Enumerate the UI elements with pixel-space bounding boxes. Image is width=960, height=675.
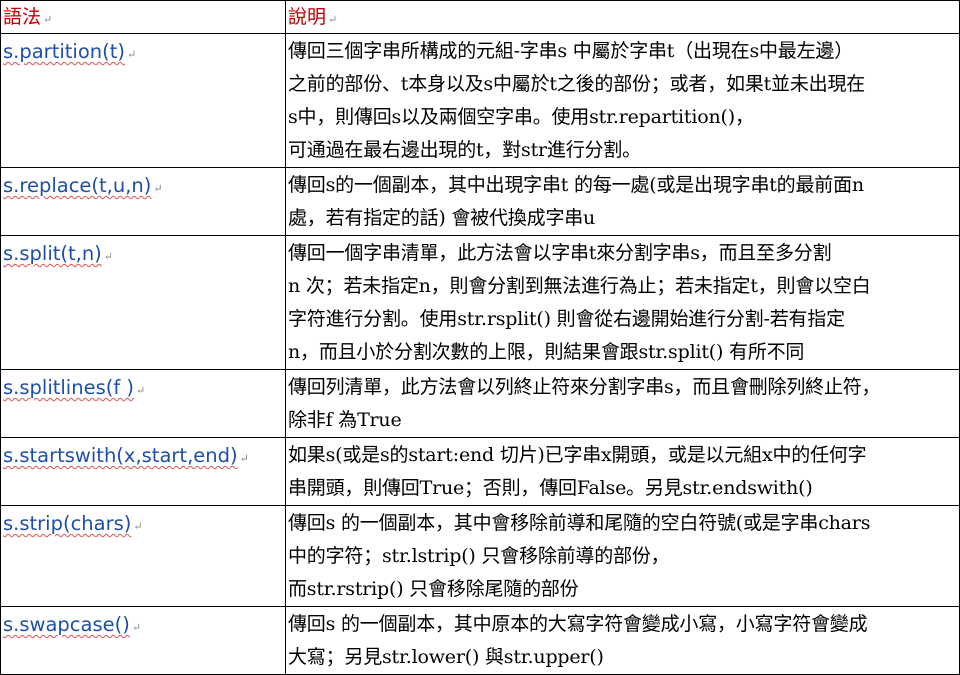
description-line: 可通過在最右邊出現的t，對str進行分割。 — [288, 139, 641, 161]
description-line: n 次；若未指定n，則會分割到無法進行為止；若未指定t，則會以空白 — [288, 275, 871, 297]
description-line: 處，若有指定的話) 會被代換成字串u — [288, 207, 596, 229]
table-row: s.splitlines(f ) ↵ 傳回列清單，此方法會以列終止符來分割字串s，… — [0, 369, 960, 438]
table-row: s.replace(t,u,n) ↵ 傳回s的一個副本，其中出現字串t 的每一處(… — [0, 167, 960, 236]
description-line: 之前的部份、t本身以及s中屬於t之後的部份；或者，如果t並未出現在 — [288, 73, 866, 95]
header-syntax: 語法 ↵ — [0, 0, 286, 34]
syntax-table: 語法 ↵ 說明 ↵ s.partition(t) ↵ 傳回三個字串所構成的元組-字串s… — [0, 0, 960, 675]
paragraph-mark-icon: ↵ — [133, 520, 143, 533]
description-line: 除非f 為True — [288, 409, 402, 431]
description-line: 串開頭，則傳回True；否則，傳回False。另見str.endswith() — [288, 477, 813, 499]
syntax-text: s.replace(t,u,n) — [3, 174, 152, 197]
description-line: 傳回s 的一個副本，其中會移除前導和尾隨的空白符號(或是字串chars — [288, 512, 871, 534]
paragraph-mark-icon: ↵ — [43, 13, 53, 26]
syntax-cell: s.split(t,n) ↵ — [0, 235, 286, 370]
paragraph-mark-icon: ↵ — [136, 384, 146, 397]
description-line: s中，則傳回s以及兩個空字串。使用str.repartition()， — [288, 106, 754, 128]
table-row: s.strip(chars) ↵ 傳回s 的一個副本，其中會移除前導和尾隨的空白符… — [0, 505, 960, 607]
description-line: 中的字符；str.lstrip() 只會移除前導的部份， — [288, 545, 670, 567]
description-line: 傳回s的一個副本，其中出現字串t 的每一處(或是出現字串t的最前面n — [288, 174, 864, 196]
paragraph-mark-icon: ↵ — [126, 48, 137, 61]
description-line: 傳回一個字串清單，此方法會以字串t來分割字串s，而且至多分割 — [288, 242, 832, 264]
description-cell: 傳回s的一個副本，其中出現字串t 的每一處(或是出現字串t的最前面n 處，若有指… — [285, 167, 960, 236]
header-syntax-label: 語法 — [3, 6, 42, 28]
syntax-text: s.strip(chars) — [3, 512, 132, 535]
syntax-text: s.partition(t) — [3, 40, 125, 63]
syntax-cell: s.swapcase() ↵ — [0, 606, 286, 675]
description-line: 字符進行分割。使用str.rsplit() 則會從右邊開始進行分割-若有指定 — [288, 308, 845, 330]
header-description-label: 說明 — [288, 6, 327, 28]
paragraph-mark-icon: ↵ — [131, 621, 142, 634]
paragraph-mark-icon: ↵ — [153, 182, 163, 195]
description-cell: 傳回三個字串所構成的元組-字串s 中屬於字串t（出現在s中最左邊） 之前的部份、… — [285, 33, 960, 168]
syntax-cell: s.partition(t) ↵ — [0, 33, 286, 168]
syntax-text: s.startswith(x,start,end) — [3, 444, 238, 467]
paragraph-mark-icon: ↵ — [239, 452, 249, 465]
description-cell: 傳回s 的一個副本，其中會移除前導和尾隨的空白符號(或是字串chars 中的字符… — [285, 505, 960, 607]
description-line: n，而且小於分割次數的上限，則結果會跟str.split() 有所不同 — [288, 341, 805, 363]
header-description: 說明 ↵ — [285, 0, 960, 34]
description-line: 大寫；另見str.lower() 與str.upper() — [288, 646, 604, 668]
description-cell: 傳回s 的一個副本，其中原本的大寫字符會變成小寫，小寫字符會變成 大寫；另見st… — [285, 606, 960, 675]
description-cell: 傳回列清單，此方法會以列終止符來分割字串s，而且會刪除列終止符， 除非f 為Tr… — [285, 369, 960, 438]
syntax-text: s.splitlines(f ) — [3, 376, 135, 399]
description-line: 如果s(或是s的start:end 切片)已字串x開頭，或是以元組x中的任何字 — [288, 444, 867, 466]
syntax-cell: s.splitlines(f ) ↵ — [0, 369, 286, 438]
description-line: 傳回s 的一個副本，其中原本的大寫字符會變成小寫，小寫字符會變成 — [288, 613, 868, 635]
description-line: 而str.rstrip() 只會移除尾隨的部份 — [288, 578, 579, 600]
table-header-row: 語法 ↵ 說明 ↵ — [0, 0, 960, 34]
paragraph-mark-icon: ↵ — [328, 13, 338, 26]
syntax-text: s.swapcase() — [3, 613, 130, 636]
table-row: s.swapcase() ↵ 傳回s 的一個副本，其中原本的大寫字符會變成小寫，小… — [0, 606, 960, 675]
syntax-cell: s.strip(chars) ↵ — [0, 505, 286, 607]
syntax-text: s.split(t,n) — [3, 242, 102, 265]
paragraph-mark-icon: ↵ — [103, 250, 114, 263]
table-row: s.startswith(x,start,end) ↵ 如果s(或是s的start… — [0, 437, 960, 506]
description-cell: 傳回一個字串清單，此方法會以字串t來分割字串s，而且至多分割 n 次；若未指定n… — [285, 235, 960, 370]
description-cell: 如果s(或是s的start:end 切片)已字串x開頭，或是以元組x中的任何字 … — [285, 437, 960, 506]
description-line: 傳回列清單，此方法會以列終止符來分割字串s，而且會刪除列終止符， — [288, 376, 881, 398]
syntax-cell: s.startswith(x,start,end) ↵ — [0, 437, 286, 506]
description-line: 傳回三個字串所構成的元組-字串s 中屬於字串t（出現在s中最左邊） — [288, 40, 853, 62]
syntax-cell: s.replace(t,u,n) ↵ — [0, 167, 286, 236]
table-row: s.split(t,n) ↵ 傳回一個字串清單，此方法會以字串t來分割字串s，而且… — [0, 235, 960, 370]
table-row: s.partition(t) ↵ 傳回三個字串所構成的元組-字串s 中屬於字串t（… — [0, 33, 960, 168]
